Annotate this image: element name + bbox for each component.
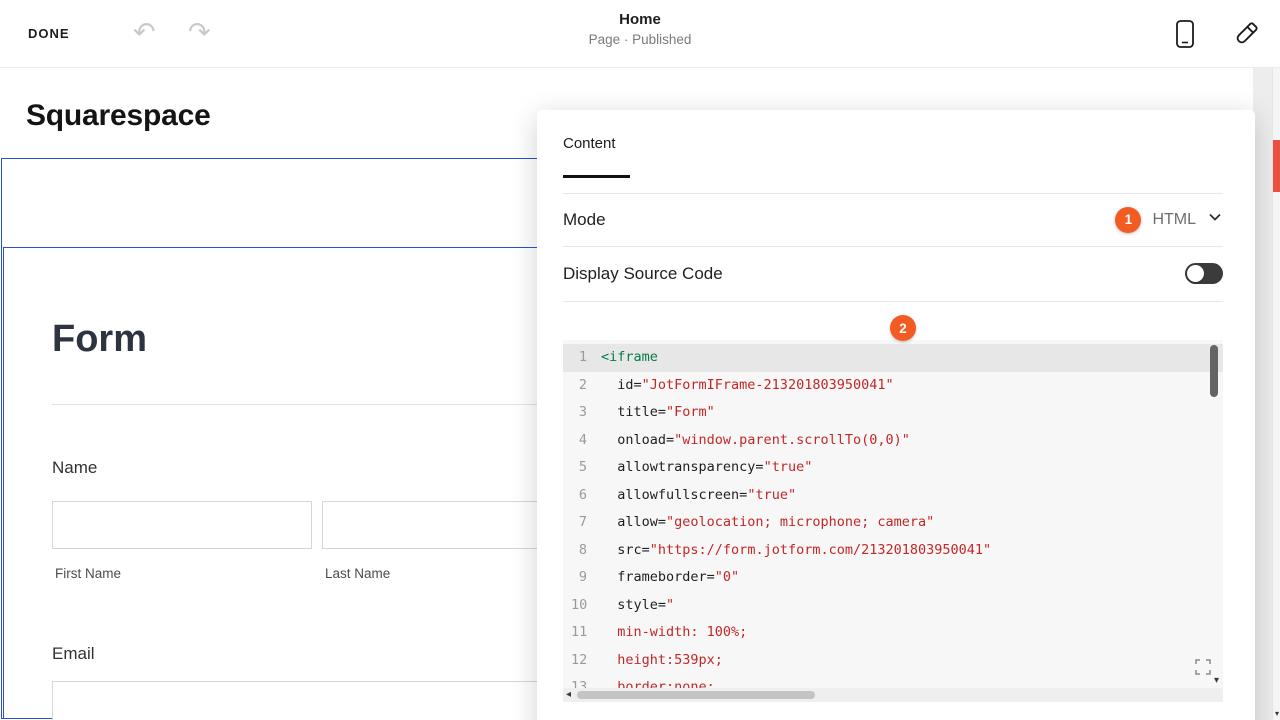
email-input[interactable]	[52, 681, 582, 720]
code-scroll-down-arrow-icon[interactable]: ▾	[1214, 676, 1219, 686]
name-field-label: Name	[52, 458, 97, 478]
mode-dropdown[interactable]: 1 HTML	[1115, 207, 1223, 233]
paintbrush-styles-icon[interactable]	[1233, 21, 1259, 52]
code-text: onload="window.parent.scrollTo(0,0)"	[601, 427, 910, 455]
code-text: frameborder="0"	[601, 564, 739, 592]
content-settings-panel: Content Mode 1 HTML Display Source Code	[537, 110, 1255, 720]
code-line[interactable]: 6 allowfullscreen="true"	[563, 482, 1223, 510]
site-title[interactable]: Squarespace	[26, 99, 211, 133]
first-name-sublabel: First Name	[55, 566, 121, 581]
line-number: 5	[571, 454, 601, 482]
display-source-row: Display Source Code	[563, 246, 1223, 301]
page-subtitle: Page · Published	[589, 32, 692, 47]
code-text: style="	[601, 592, 674, 620]
code-text: <iframe	[601, 344, 658, 372]
step-badge-2: 2	[890, 315, 916, 341]
line-number: 2	[571, 372, 601, 400]
editor-margin	[1253, 68, 1272, 720]
scrollbar-down-arrow-icon[interactable]: ▾	[1273, 710, 1280, 718]
undo-icon[interactable]: ↶	[133, 12, 156, 52]
code-editor[interactable]: 1<iframe2 id="JotFormIFrame-213201803950…	[563, 340, 1223, 702]
code-text: id="JotFormIFrame-213201803950041"	[601, 372, 894, 400]
display-source-label: Display Source Code	[563, 264, 723, 284]
code-lines: 1<iframe2 id="JotFormIFrame-213201803950…	[563, 344, 1223, 702]
mobile-preview-icon[interactable]	[1174, 19, 1196, 54]
page-scrollbar-thumb[interactable]	[1273, 140, 1280, 192]
redo-icon[interactable]: ↷	[188, 12, 211, 52]
code-horizontal-scrollbar[interactable]: ◂	[563, 688, 1223, 702]
email-field-label: Email	[52, 644, 95, 664]
line-number: 4	[571, 427, 601, 455]
code-line[interactable]: 9 frameborder="0"	[563, 564, 1223, 592]
active-tab-underline	[563, 175, 630, 178]
page-title: Home	[589, 11, 692, 28]
code-text: src="https://form.jotform.com/2132018039…	[601, 537, 991, 565]
form-heading: Form	[52, 318, 147, 361]
line-number: 1	[571, 344, 601, 372]
code-line[interactable]: 8 src="https://form.jotform.com/21320180…	[563, 537, 1223, 565]
toggle-knob	[1187, 265, 1204, 282]
page-scrollbar[interactable]: ▾	[1272, 68, 1280, 720]
code-line[interactable]: 1<iframe	[563, 344, 1223, 372]
code-line[interactable]: 12 height:539px;	[563, 647, 1223, 675]
code-text: height:539px;	[601, 647, 723, 675]
mode-row: Mode 1 HTML	[563, 193, 1223, 246]
code-scroll-left-arrow-icon[interactable]: ◂	[566, 689, 571, 701]
line-number: 11	[571, 619, 601, 647]
code-vertical-scrollbar-thumb[interactable]	[1210, 345, 1218, 397]
code-line[interactable]: 2 id="JotFormIFrame-213201803950041"	[563, 372, 1223, 400]
first-name-input[interactable]	[52, 501, 312, 549]
line-number: 3	[571, 399, 601, 427]
code-line[interactable]: 11 min-width: 100%;	[563, 619, 1223, 647]
done-button[interactable]: DONE	[28, 26, 70, 41]
code-line[interactable]: 7 allow="geolocation; microphone; camera…	[563, 509, 1223, 537]
code-horizontal-scrollbar-thumb[interactable]	[577, 691, 815, 699]
chevron-down-icon	[1207, 209, 1223, 230]
expand-fullscreen-icon[interactable]	[1195, 659, 1211, 680]
line-number: 10	[571, 592, 601, 620]
display-source-toggle[interactable]	[1185, 263, 1223, 284]
line-number: 12	[571, 647, 601, 675]
squarespace-editor: DONE ↶ ↷ Home Page · Published Squarespa…	[0, 0, 1280, 720]
mode-label: Mode	[563, 210, 606, 230]
last-name-sublabel: Last Name	[325, 566, 390, 581]
top-bar: DONE ↶ ↷ Home Page · Published	[0, 0, 1280, 68]
line-number: 9	[571, 564, 601, 592]
line-number: 6	[571, 482, 601, 510]
code-line[interactable]: 3 title="Form"	[563, 399, 1223, 427]
step-badge-1: 1	[1115, 207, 1141, 233]
code-line[interactable]: 10 style="	[563, 592, 1223, 620]
code-text: min-width: 100%;	[601, 619, 747, 647]
code-text: allow="geolocation; microphone; camera"	[601, 509, 934, 537]
line-number: 7	[571, 509, 601, 537]
line-number: 8	[571, 537, 601, 565]
code-text: allowfullscreen="true"	[601, 482, 796, 510]
code-text: allowtransparency="true"	[601, 454, 812, 482]
tab-content[interactable]: Content	[563, 135, 616, 152]
mode-value: HTML	[1152, 211, 1196, 229]
code-line[interactable]: 4 onload="window.parent.scrollTo(0,0)"	[563, 427, 1223, 455]
page-info-menu[interactable]: Home Page · Published	[589, 11, 692, 47]
divider	[563, 301, 1223, 302]
code-text: title="Form"	[601, 399, 715, 427]
code-line[interactable]: 5 allowtransparency="true"	[563, 454, 1223, 482]
